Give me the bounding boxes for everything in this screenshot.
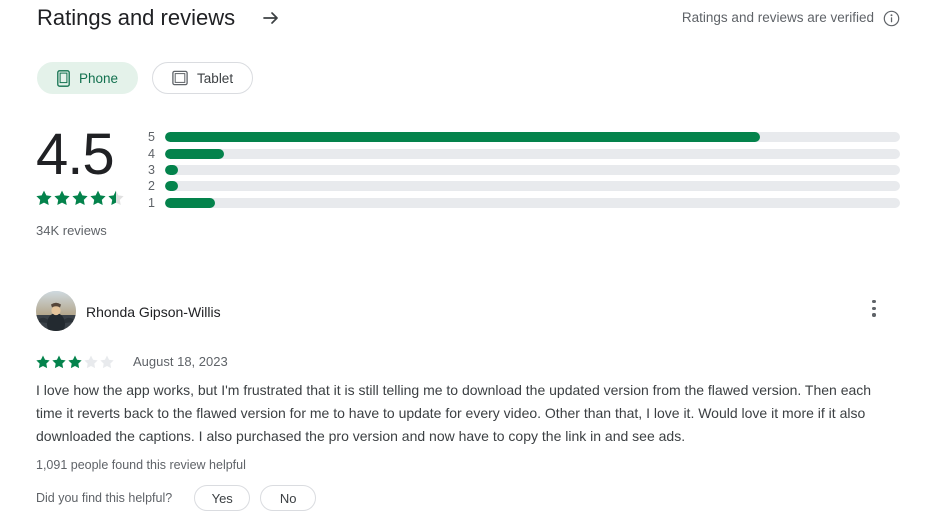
star-icon <box>90 190 106 206</box>
menu-dot <box>872 306 876 310</box>
histogram-row[interactable]: 5 <box>138 129 900 145</box>
average-star-rating <box>36 190 146 206</box>
star-icon <box>100 355 114 369</box>
histogram-fill <box>165 197 215 208</box>
helpful-no-button[interactable]: No <box>260 485 317 511</box>
helpful-count: 1,091 people found this review helpful <box>36 458 246 472</box>
review-date: August 18, 2023 <box>133 354 228 369</box>
arrow-right-icon[interactable] <box>261 8 281 28</box>
avatar <box>36 291 76 331</box>
ratings-summary: 4.5 34K reviews 5 4 3 2 1 <box>0 125 937 245</box>
reviewer-name: Rhonda Gipson-Willis <box>86 304 221 320</box>
page-header: Ratings and reviews Ratings and reviews … <box>0 0 937 44</box>
tablet-icon <box>172 70 188 86</box>
histogram-row[interactable]: 4 <box>138 145 900 161</box>
review-header: Rhonda Gipson-Willis <box>0 288 937 336</box>
verified-notice: Ratings and reviews are verified <box>682 9 900 27</box>
helpful-question: Did you find this helpful? <box>36 491 173 505</box>
histogram-fill <box>165 181 179 192</box>
histogram-track <box>165 148 900 159</box>
histogram-track <box>165 197 900 208</box>
average-score: 4.5 <box>36 122 115 187</box>
average-score-block: 4.5 34K reviews <box>36 125 146 238</box>
star-icon <box>54 190 70 206</box>
star-icon <box>52 355 66 369</box>
histogram-track <box>165 164 900 175</box>
star-icon <box>36 190 52 206</box>
chip-tablet-label: Tablet <box>197 70 234 86</box>
star-icon <box>36 355 50 369</box>
histogram-row[interactable]: 3 <box>138 162 900 178</box>
device-filter-chips: Phone Tablet <box>37 62 254 94</box>
phone-icon <box>57 69 70 87</box>
chip-tablet[interactable]: Tablet <box>152 62 254 94</box>
histogram-label: 1 <box>148 195 155 210</box>
review-text: I love how the app works, but I'm frustr… <box>36 382 872 444</box>
star-icon <box>68 355 82 369</box>
histogram-label: 4 <box>148 146 155 161</box>
histogram-row[interactable]: 1 <box>138 195 900 211</box>
histogram-track <box>165 132 900 143</box>
menu-dot <box>872 313 876 317</box>
more-vert-icon[interactable] <box>863 300 885 322</box>
star-icon <box>84 355 98 369</box>
histogram-label: 5 <box>148 130 155 145</box>
histogram-fill <box>165 164 179 175</box>
verified-label: Ratings and reviews are verified <box>681 10 874 25</box>
menu-dot <box>872 300 876 304</box>
histogram-label: 2 <box>148 179 155 194</box>
review-star-rating <box>36 355 114 369</box>
histogram-track <box>165 181 900 192</box>
review-count: 34K reviews <box>36 223 107 238</box>
chip-phone[interactable]: Phone <box>37 62 139 94</box>
histogram-fill <box>165 132 761 143</box>
helpful-prompt: Did you find this helpful? Yes No <box>36 485 317 511</box>
histogram-fill <box>165 148 224 159</box>
chip-phone-label: Phone <box>79 70 119 86</box>
star-icon <box>72 190 88 206</box>
histogram-row[interactable]: 2 <box>138 178 900 194</box>
page-title: Ratings and reviews <box>37 5 236 30</box>
helpful-yes-button[interactable]: Yes <box>194 485 251 511</box>
review-card: Rhonda Gipson-Willis August 18, 2023 I l… <box>0 288 937 511</box>
review-meta: August 18, 2023 <box>36 354 228 370</box>
histogram-label: 3 <box>148 162 155 177</box>
info-icon[interactable] <box>883 10 900 27</box>
star-icon <box>108 190 124 206</box>
rating-histogram: 5 4 3 2 1 <box>138 129 900 211</box>
